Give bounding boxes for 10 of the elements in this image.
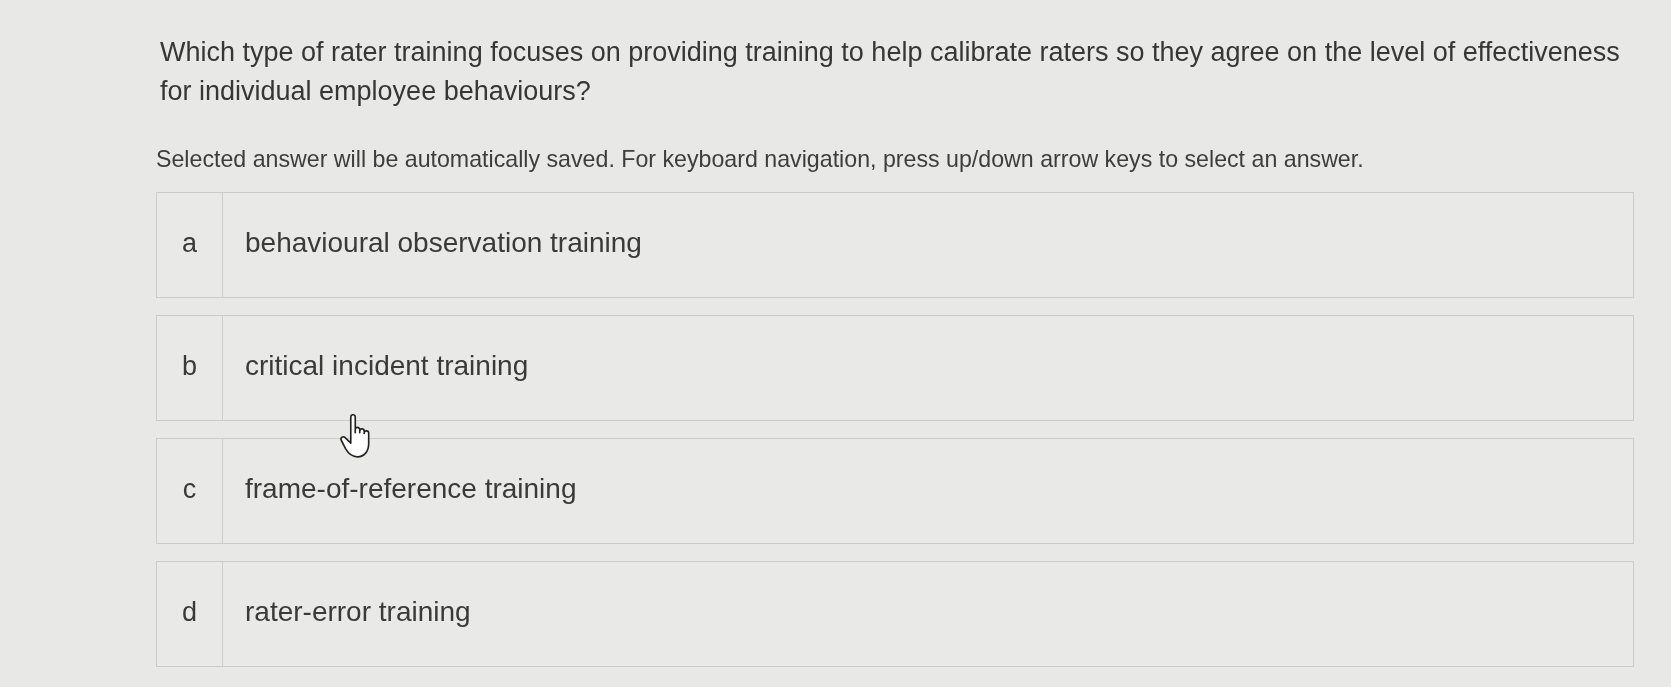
answer-option[interactable]: a behavioural observation training bbox=[156, 192, 1634, 298]
option-letter: d bbox=[157, 562, 223, 666]
answer-option[interactable]: d rater-error training bbox=[156, 561, 1634, 667]
option-letter: b bbox=[157, 316, 223, 420]
option-letter: c bbox=[157, 439, 223, 543]
option-letter: a bbox=[157, 193, 223, 297]
instructions-text: Selected answer will be automatically saved. For keyboard navigation, press up/down arrow keys to select an answer. bbox=[156, 145, 1364, 174]
answer-option[interactable]: b critical incident training bbox=[156, 315, 1634, 421]
question-text: Which type of rater training focuses on providing training to help calibrate raters so they agree on the level of effectiveness for individual employee behaviours? bbox=[160, 36, 1621, 108]
answer-option[interactable]: c frame-of-reference training bbox=[156, 438, 1634, 544]
